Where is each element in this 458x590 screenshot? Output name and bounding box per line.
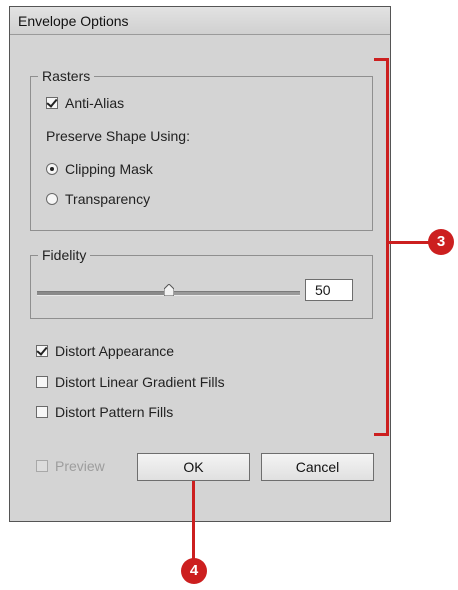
fidelity-value-input[interactable]: 50 — [305, 279, 353, 301]
distort-appearance-label: Distort Appearance — [55, 343, 175, 359]
fidelity-slider[interactable] — [37, 284, 300, 296]
distort-linear-gradient-row[interactable]: Distort Linear Gradient Fills — [36, 374, 225, 390]
distort-linear-gradient-checkbox[interactable] — [36, 376, 48, 388]
anti-alias-label: Anti-Alias — [65, 95, 125, 111]
transparency-radio-row[interactable]: Transparency — [46, 191, 150, 207]
callout-3-bottom-line — [374, 433, 388, 436]
dialog-titlebar[interactable]: Envelope Options — [10, 7, 390, 35]
distort-pattern-label: Distort Pattern Fills — [55, 404, 174, 420]
callout-4-line — [192, 481, 195, 559]
callout-3-badge: 3 — [428, 229, 454, 255]
callout-4-badge: 4 — [181, 558, 207, 584]
cancel-button[interactable]: Cancel — [261, 453, 374, 481]
distort-pattern-row[interactable]: Distort Pattern Fills — [36, 404, 173, 420]
distort-appearance-row[interactable]: Distort Appearance — [36, 343, 174, 359]
anti-alias-checkbox[interactable] — [46, 97, 58, 109]
preserve-shape-text: Preserve Shape Using: — [46, 128, 190, 144]
distort-appearance-checkbox[interactable] — [36, 345, 48, 357]
rasters-legend: Rasters — [38, 68, 95, 84]
transparency-radio[interactable] — [46, 193, 58, 205]
fidelity-legend: Fidelity — [38, 247, 91, 263]
ok-button[interactable]: OK — [137, 453, 250, 481]
distort-linear-gradient-label: Distort Linear Gradient Fills — [55, 374, 225, 390]
fidelity-slider-thumb[interactable] — [163, 284, 174, 296]
callout-3-pointer-line — [389, 241, 430, 244]
fidelity-slider-fill — [37, 292, 169, 295]
clipping-mask-radio-row[interactable]: Clipping Mask — [46, 161, 153, 177]
preview-label: Preview — [55, 458, 105, 474]
clipping-mask-label: Clipping Mask — [65, 161, 153, 177]
preview-checkbox — [36, 460, 48, 472]
distort-pattern-checkbox[interactable] — [36, 406, 48, 418]
clipping-mask-radio[interactable] — [46, 163, 58, 175]
anti-alias-checkbox-row[interactable]: Anti-Alias — [46, 95, 124, 111]
dialog-title: Envelope Options — [18, 13, 129, 29]
preview-row: Preview — [36, 458, 105, 474]
preserve-shape-label: Preserve Shape Using: — [46, 128, 190, 144]
callout-3-bracket-line — [386, 58, 389, 436]
transparency-label: Transparency — [65, 191, 151, 207]
